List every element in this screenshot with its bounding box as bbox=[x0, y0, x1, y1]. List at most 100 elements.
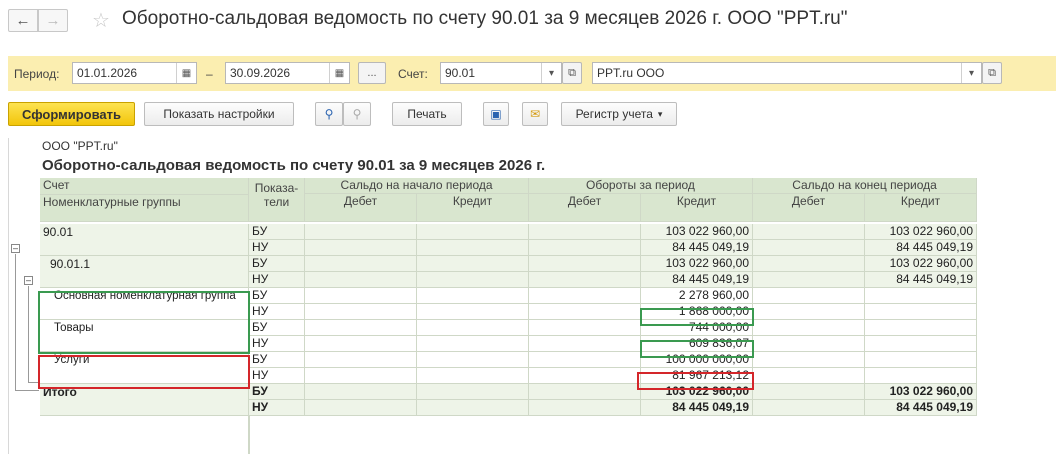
filter-panel: Период: 01.01.2026 ▦ – 30.09.2026 ▦ ... … bbox=[8, 56, 1056, 91]
show-settings-button[interactable]: Показать настройки bbox=[144, 102, 294, 126]
calendar-icon[interactable]: ▦ bbox=[329, 63, 349, 83]
table-cell bbox=[417, 224, 529, 240]
tree-line bbox=[28, 382, 40, 383]
closing-credit-cell bbox=[865, 368, 977, 384]
row-indicator: НУ bbox=[249, 400, 305, 416]
turnover-credit-cell: 103 022 960,00 bbox=[641, 256, 753, 272]
table-cell bbox=[417, 272, 529, 288]
closing-credit-cell bbox=[865, 304, 977, 320]
row-indicator: НУ bbox=[249, 336, 305, 352]
table-cell bbox=[305, 272, 417, 288]
row-indicator: БУ bbox=[249, 256, 305, 272]
header-turnover-debit: Дебет bbox=[529, 194, 641, 222]
header-closing-debit: Дебет bbox=[753, 194, 865, 222]
period-label: Период: bbox=[14, 67, 60, 81]
envelope-icon: ✉ bbox=[529, 107, 541, 121]
turnover-credit-cell: 2 278 960,00 bbox=[641, 288, 753, 304]
table-cell bbox=[753, 288, 865, 304]
header-turnover-credit: Кредит bbox=[641, 194, 753, 222]
collapse-90-01-icon[interactable]: – bbox=[11, 244, 20, 253]
row-name: 90.01.1 bbox=[40, 256, 249, 288]
table-cell bbox=[305, 224, 417, 240]
table-cell bbox=[529, 224, 641, 240]
table-cell bbox=[529, 288, 641, 304]
closing-credit-cell bbox=[865, 352, 977, 368]
closing-credit-cell bbox=[865, 320, 977, 336]
report-document[interactable]: ООО "PPT.ru" Оборотно-сальдовая ведомост… bbox=[8, 138, 1056, 454]
open-link-icon: ⧉ bbox=[988, 66, 996, 79]
table-cell bbox=[529, 384, 641, 400]
table-cell bbox=[305, 352, 417, 368]
organization-open-button[interactable]: ⧉ bbox=[982, 62, 1002, 84]
header-closing-credit: Кредит bbox=[865, 194, 977, 222]
table-cell bbox=[753, 400, 865, 416]
table-cell bbox=[305, 368, 417, 384]
table-cell bbox=[529, 240, 641, 256]
register-button[interactable]: Регистр учета ▾ bbox=[561, 102, 677, 126]
search-cancel-icon: ⚲ bbox=[352, 107, 362, 121]
table-cell bbox=[305, 400, 417, 416]
date-from-field[interactable]: 01.01.2026 ▦ bbox=[72, 62, 197, 84]
email-button[interactable]: ✉ bbox=[522, 102, 548, 126]
table-cell bbox=[753, 240, 865, 256]
turnover-credit-cell: 100 000 000,00 bbox=[641, 352, 753, 368]
organization-field[interactable]: PPT.ru ООО ▾ bbox=[592, 62, 982, 84]
arrow-right-icon: → bbox=[45, 12, 61, 29]
calendar-icon[interactable]: ▦ bbox=[176, 63, 196, 83]
table-cell bbox=[753, 256, 865, 272]
chevron-down-icon[interactable]: ▾ bbox=[541, 63, 561, 83]
forward-button[interactable]: → bbox=[38, 9, 68, 32]
table-cell bbox=[529, 352, 641, 368]
table-cell bbox=[529, 400, 641, 416]
table-cell bbox=[753, 304, 865, 320]
generate-button[interactable]: Сформировать bbox=[8, 102, 135, 126]
row-name: Услуги bbox=[40, 352, 249, 384]
chevron-down-icon: ▾ bbox=[657, 108, 663, 119]
report-column-divider bbox=[249, 416, 250, 454]
save-button[interactable]: ▣ bbox=[483, 102, 509, 126]
turnover-credit-cell: 84 445 049,19 bbox=[641, 240, 753, 256]
row-indicator: БУ bbox=[249, 352, 305, 368]
tree-line bbox=[28, 286, 29, 382]
row-name: 90.01 bbox=[40, 224, 249, 256]
print-button[interactable]: Печать bbox=[392, 102, 462, 126]
closing-credit-cell: 84 445 049,19 bbox=[865, 400, 977, 416]
table-cell bbox=[417, 368, 529, 384]
table-cell bbox=[305, 336, 417, 352]
table-cell bbox=[417, 256, 529, 272]
row-indicator: НУ bbox=[249, 240, 305, 256]
closing-credit-cell: 103 022 960,00 bbox=[865, 384, 977, 400]
row-indicator: НУ bbox=[249, 272, 305, 288]
table-cell bbox=[305, 384, 417, 400]
report-title: Оборотно-сальдовая ведомость по счету 90… bbox=[42, 157, 546, 174]
search-cancel-button[interactable]: ⚲ bbox=[343, 102, 371, 126]
account-open-button[interactable]: ⧉ bbox=[562, 62, 582, 84]
account-field[interactable]: 90.01 ▾ bbox=[440, 62, 562, 84]
search-button[interactable]: ⚲ bbox=[315, 102, 343, 126]
row-indicator: БУ bbox=[249, 320, 305, 336]
header-turnover: Обороты за период bbox=[529, 178, 753, 194]
row-name: Основная номенклатурная группа bbox=[40, 288, 249, 320]
closing-credit-cell: 103 022 960,00 bbox=[865, 224, 977, 240]
table-cell bbox=[753, 368, 865, 384]
date-to-field[interactable]: 30.09.2026 ▦ bbox=[225, 62, 350, 84]
closing-credit-cell: 103 022 960,00 bbox=[865, 256, 977, 272]
favorite-star-icon[interactable]: ☆ bbox=[92, 8, 110, 33]
row-name: Товары bbox=[40, 320, 249, 352]
table-cell bbox=[417, 320, 529, 336]
table-cell bbox=[417, 352, 529, 368]
turnover-credit-cell: 84 445 049,19 bbox=[641, 400, 753, 416]
table-cell bbox=[417, 288, 529, 304]
tree-line bbox=[15, 254, 16, 390]
turnover-credit-cell: 81 967 213,12 bbox=[641, 368, 753, 384]
table-cell bbox=[417, 240, 529, 256]
collapse-90-01-1-icon[interactable]: – bbox=[24, 276, 33, 285]
table-cell bbox=[417, 384, 529, 400]
turnover-credit-cell: 744 000,00 bbox=[641, 320, 753, 336]
period-select-button[interactable]: ... bbox=[358, 62, 386, 84]
back-button[interactable]: ← bbox=[8, 9, 38, 32]
table-cell bbox=[753, 336, 865, 352]
chevron-down-icon[interactable]: ▾ bbox=[961, 63, 981, 83]
turnover-credit-cell: 84 445 049,19 bbox=[641, 272, 753, 288]
table-cell bbox=[529, 256, 641, 272]
